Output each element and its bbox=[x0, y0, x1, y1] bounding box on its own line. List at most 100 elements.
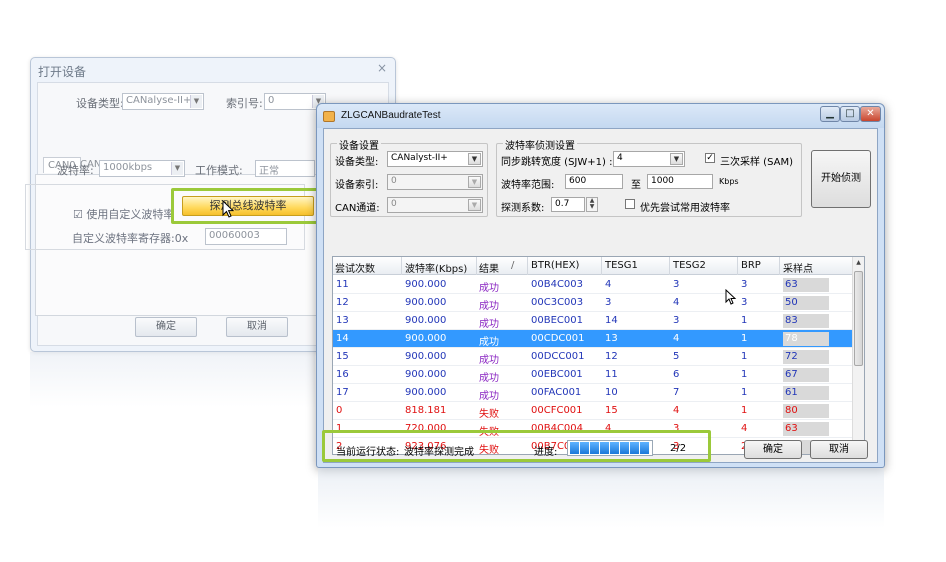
cell-brp: 1 bbox=[741, 315, 748, 326]
cell-btr: 00EBC001 bbox=[531, 369, 583, 380]
table-row[interactable]: 15 900.000 成功 00DCC001 12 5 1 72 bbox=[333, 348, 853, 366]
cell-sample: 67 bbox=[785, 369, 798, 380]
sample-point-bar: 78 bbox=[783, 332, 829, 346]
minimize-button[interactable]: ▁ bbox=[820, 106, 840, 122]
cell-btr: 00DCC001 bbox=[531, 351, 585, 362]
start-detect-button[interactable]: 开始侦测 bbox=[811, 150, 871, 208]
cell-brp: 4 bbox=[741, 423, 748, 434]
custom-reg-input[interactable]: 00060003 bbox=[205, 228, 287, 245]
maximize-button[interactable]: □ bbox=[840, 106, 860, 122]
ok-button[interactable]: 确定 bbox=[744, 440, 802, 459]
mouse-pointer-icon bbox=[725, 289, 737, 305]
prefer-common-label: 优先尝试常用波特率 bbox=[640, 203, 730, 214]
header-sample-point[interactable]: 采样点 bbox=[783, 260, 813, 275]
cell-n: 12 bbox=[336, 297, 349, 308]
cell-baud: 900.000 bbox=[405, 333, 447, 344]
chevron-down-icon: ▼ bbox=[468, 199, 481, 211]
header-separator bbox=[779, 257, 780, 275]
cell-result: 成功 bbox=[479, 373, 499, 384]
cell-brp: 1 bbox=[741, 333, 748, 344]
factor-input[interactable]: 0.7 bbox=[551, 197, 585, 212]
sjw-combo[interactable]: 4 ▼ bbox=[613, 151, 685, 167]
cell-sample: 83 bbox=[785, 315, 798, 326]
table-header: 尝试次数 波特率(Kbps) 结果 / BTR(HEX) TESG1 TESG2… bbox=[333, 257, 853, 275]
prefer-common-checkbox[interactable] bbox=[625, 199, 635, 209]
probe-bus-baudrate-button[interactable]: 探测总线波特率 bbox=[182, 196, 314, 216]
cell-sample: 61 bbox=[785, 387, 798, 398]
cancel-button-bg[interactable]: 取消 bbox=[226, 317, 288, 337]
cell-sample: 63 bbox=[785, 279, 798, 290]
result-table[interactable]: 尝试次数 波特率(Kbps) 结果 / BTR(HEX) TESG1 TESG2… bbox=[332, 256, 865, 455]
cell-n: 16 bbox=[336, 369, 349, 380]
header-attempts[interactable]: 尝试次数 bbox=[335, 260, 375, 275]
close-button[interactable]: ✕ bbox=[860, 106, 881, 122]
device-type-label: 设备类型: bbox=[76, 97, 124, 110]
cell-brp: 1 bbox=[741, 405, 748, 416]
range-to-input[interactable]: 1000 bbox=[647, 174, 713, 189]
ok-button-bg[interactable]: 确定 bbox=[135, 317, 197, 337]
device-settings-title: 设备设置 bbox=[337, 137, 381, 152]
header-btr[interactable]: BTR(HEX) bbox=[531, 260, 579, 271]
device-type-select[interactable]: CANalyse-II+ ▼ bbox=[122, 93, 204, 110]
cell-result: 成功 bbox=[479, 355, 499, 366]
index-label: 索引号: bbox=[226, 97, 263, 110]
open-device-title: 打开设备 bbox=[38, 65, 87, 79]
app-icon bbox=[323, 111, 335, 122]
chevron-down-icon: ▼ bbox=[468, 153, 481, 165]
cell-brp: 1 bbox=[741, 351, 748, 362]
header-result[interactable]: 结果 bbox=[479, 260, 499, 275]
table-row[interactable]: 11 900.000 成功 00B4C003 4 3 3 63 bbox=[333, 276, 853, 294]
cell-result: 成功 bbox=[479, 319, 499, 330]
header-separator bbox=[476, 257, 477, 275]
cell-brp: 1 bbox=[741, 369, 748, 380]
header-brp[interactable]: BRP bbox=[741, 260, 761, 271]
table-row[interactable]: 16 900.000 成功 00EBC001 11 6 1 67 bbox=[333, 366, 853, 384]
cell-t2: 4 bbox=[673, 333, 680, 344]
header-separator bbox=[737, 257, 738, 275]
factor-label: 探测系数: bbox=[501, 203, 545, 214]
can-channel-value: 0 bbox=[391, 199, 397, 209]
title-bar[interactable]: ZLGCANBaudrateTest ▁ □ ✕ bbox=[317, 104, 884, 128]
sample-point-bar: 67 bbox=[783, 368, 829, 382]
table-row[interactable]: 13 900.000 成功 00BEC001 14 3 1 83 bbox=[333, 312, 853, 330]
triple-sample-checkbox[interactable]: ✓ bbox=[705, 153, 715, 163]
cell-baud: 900.000 bbox=[405, 297, 447, 308]
factor-spinner[interactable]: ▲ ▼ bbox=[586, 197, 598, 212]
cell-baud: 818.181 bbox=[405, 405, 447, 416]
device-type-combo[interactable]: CANalyst-II+ ▼ bbox=[387, 151, 483, 167]
sort-indicator-icon: / bbox=[511, 260, 515, 271]
cell-btr: 00CDC001 bbox=[531, 333, 585, 344]
device-settings-group: 设备设置 设备类型: CANalyst-II+ ▼ 设备索引: 0 ▼ CAN通… bbox=[330, 137, 488, 217]
range-unit-label: Kbps bbox=[719, 177, 739, 186]
work-mode-value: 正常 bbox=[259, 166, 279, 177]
custom-baud-checkbox[interactable]: ☑ 使用自定义波特率 bbox=[73, 206, 174, 222]
table-row[interactable]: 0 818.181 失败 00CFC001 15 4 1 80 bbox=[333, 402, 853, 420]
baudrate-value: 1000kbps bbox=[103, 162, 153, 173]
header-baudrate[interactable]: 波特率(Kbps) bbox=[405, 260, 467, 275]
device-index-combo[interactable]: 0 ▼ bbox=[387, 174, 483, 190]
work-mode-label: 工作模式: bbox=[195, 164, 243, 177]
table-row[interactable]: 14 900.000 成功 00CDC001 13 4 1 78 bbox=[333, 330, 853, 348]
can-channel-combo[interactable]: 0 ▼ bbox=[387, 197, 483, 213]
cell-t2: 7 bbox=[673, 387, 680, 398]
header-separator bbox=[527, 257, 528, 275]
chevron-down-icon: ▼ bbox=[670, 153, 683, 165]
header-tesg1[interactable]: TESG1 bbox=[605, 260, 638, 271]
scroll-up-icon[interactable]: ▲ bbox=[854, 258, 863, 268]
chevron-down-icon: ▼ bbox=[468, 176, 481, 188]
sjw-value: 4 bbox=[617, 153, 623, 163]
scroll-thumb[interactable] bbox=[854, 271, 863, 366]
cell-baud: 900.000 bbox=[405, 369, 447, 380]
work-mode-select[interactable]: 正常 bbox=[255, 160, 315, 177]
table-row[interactable]: 17 900.000 成功 00FAC001 10 7 1 61 bbox=[333, 384, 853, 402]
header-tesg2[interactable]: TESG2 bbox=[673, 260, 706, 271]
table-row[interactable]: 12 900.000 成功 00C3C003 3 4 3 50 bbox=[333, 294, 853, 312]
close-icon[interactable]: × bbox=[377, 61, 387, 75]
sample-point-bar: 83 bbox=[783, 314, 829, 328]
cell-n: 17 bbox=[336, 387, 349, 398]
vertical-scrollbar[interactable]: ▲ ▼ bbox=[852, 257, 864, 454]
range-label: 波特率范围: bbox=[501, 180, 555, 191]
baudrate-select[interactable]: 1000kbps ▼ bbox=[99, 160, 185, 177]
range-from-input[interactable]: 600 bbox=[565, 174, 623, 189]
cancel-button[interactable]: 取消 bbox=[810, 440, 868, 459]
